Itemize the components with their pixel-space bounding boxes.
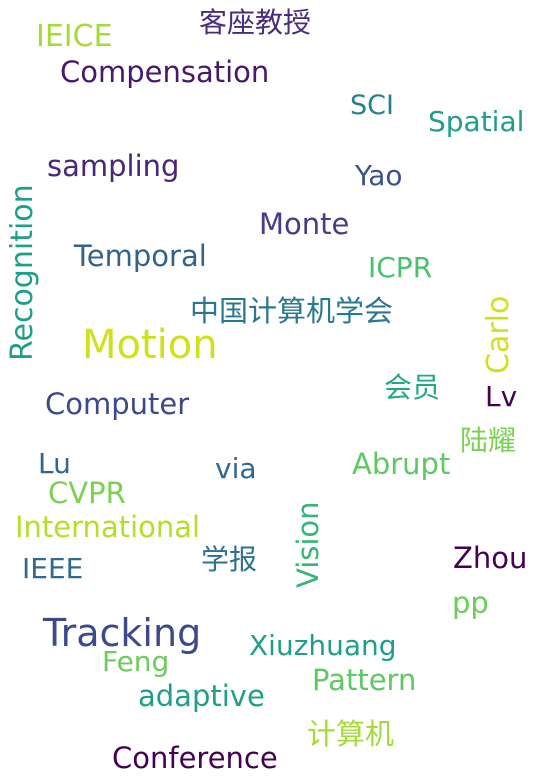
word-computer: Computer	[45, 387, 190, 421]
word-icpr: ICPR	[368, 251, 433, 284]
word-lu: Lu	[38, 447, 71, 480]
word-temporal: Temporal	[74, 239, 207, 273]
word-journal: 学报	[201, 543, 258, 576]
word-ccf: 中国计算机学会	[190, 294, 394, 328]
word-compensation: Compensation	[60, 55, 270, 89]
word-monte: Monte	[259, 207, 350, 241]
word-via: via	[215, 452, 257, 485]
word-ieee: IEEE	[22, 552, 84, 585]
word-abrupt: Abrupt	[352, 447, 451, 481]
word-feng: Feng	[102, 645, 170, 678]
word-motion: Motion	[82, 322, 218, 368]
word-cvpr: CVPR	[48, 476, 126, 510]
word-spatial: Spatial	[428, 105, 525, 138]
word-pattern: Pattern	[312, 663, 417, 697]
word-member: 会员	[384, 371, 441, 404]
word-sci: SCI	[350, 90, 394, 121]
word-sampling: sampling	[47, 149, 180, 183]
word-lv: Lv	[485, 380, 518, 413]
word-cloud: IEICE 客座教授 Compensation SCI Spatial samp…	[0, 0, 534, 781]
word-vision: Vision	[291, 501, 325, 588]
word-recognition: Recognition	[5, 184, 40, 361]
word-ieice: IEICE	[36, 19, 113, 54]
word-conference: Conference	[112, 741, 278, 775]
word-lu-yao: 陆耀	[460, 424, 517, 457]
word-computer-zh: 计算机	[307, 717, 395, 751]
word-pp: pp	[452, 586, 489, 620]
word-guest-professor: 客座教授	[199, 6, 312, 39]
word-international: International	[15, 510, 201, 544]
word-yao: Yao	[355, 159, 403, 192]
word-carlo: Carlo	[481, 295, 516, 374]
word-adaptive: adaptive	[138, 679, 265, 713]
word-zhou: Zhou	[453, 541, 528, 575]
word-xiuzhuang: Xiuzhuang	[249, 629, 397, 662]
